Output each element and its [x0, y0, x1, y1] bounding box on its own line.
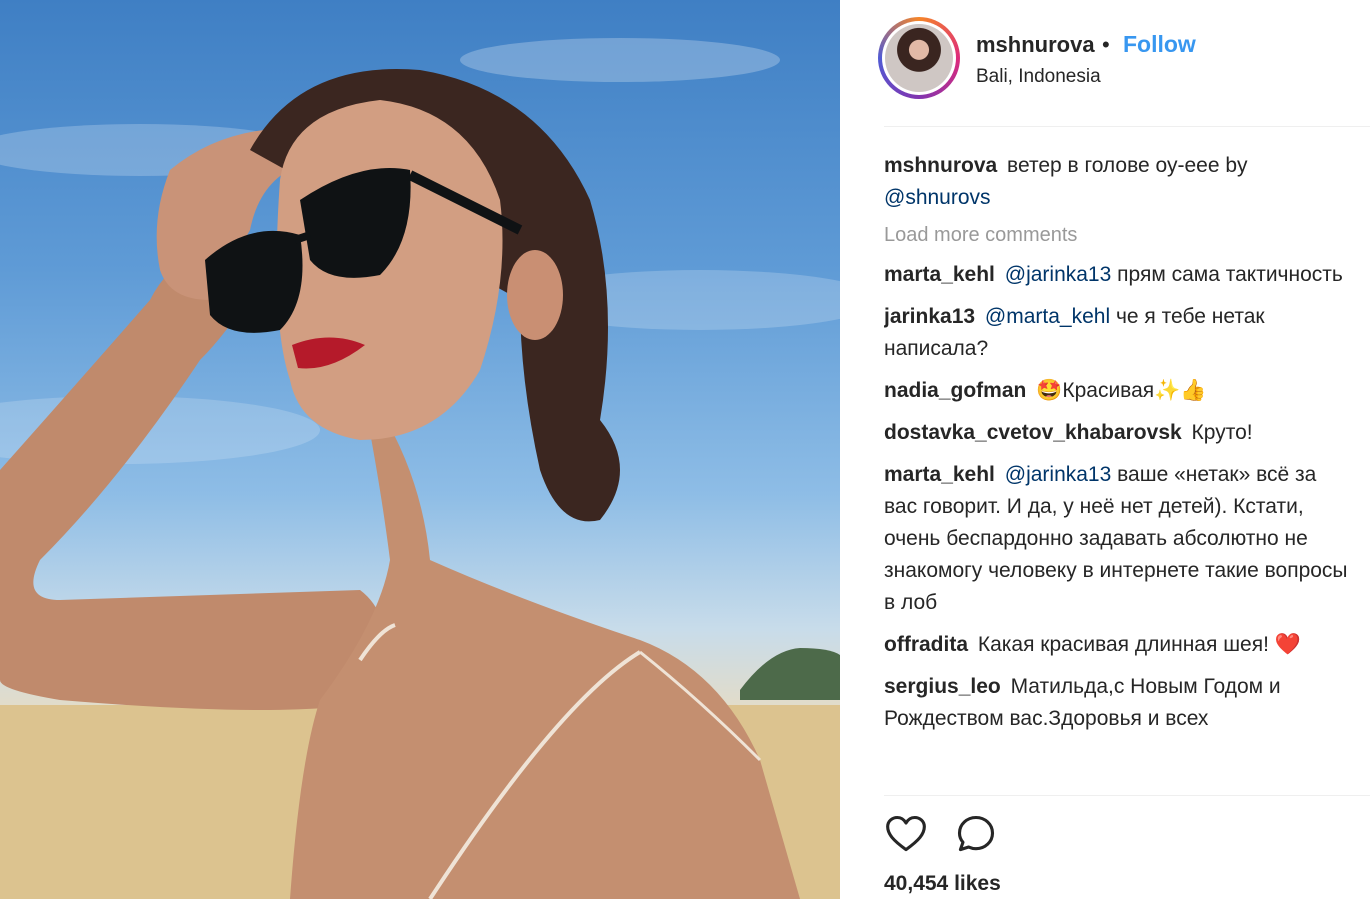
comments-list[interactable]: mshnurova ветер в голове оу-еее by @shnu…	[884, 150, 1354, 795]
post-actions	[884, 812, 1020, 860]
heart-icon[interactable]	[884, 812, 928, 856]
post-photo[interactable]	[0, 0, 840, 899]
comment-text: Круто!	[1191, 421, 1253, 444]
header-divider	[884, 126, 1370, 127]
comment-item: offradita Какая красивая длинная шея! ❤️	[884, 629, 1354, 661]
photo-illustration	[0, 38, 840, 899]
comment-username[interactable]: offradita	[884, 633, 968, 656]
caption: mshnurova ветер в голове оу-еее by @shnu…	[884, 150, 1354, 214]
caption-mention[interactable]: @shnurovs	[884, 186, 991, 209]
follow-button[interactable]: Follow	[1123, 31, 1196, 58]
comment-mention[interactable]: @marta_kehl	[985, 305, 1110, 328]
comment-mention[interactable]: @jarinka13	[1005, 263, 1112, 286]
comment-item: marta_kehl @jarinka13 прям сама тактично…	[884, 259, 1354, 291]
avatar[interactable]	[878, 17, 960, 99]
avatar-frame	[882, 21, 956, 95]
comment-username[interactable]: nadia_gofman	[884, 379, 1026, 402]
actions-divider	[884, 795, 1370, 796]
likes-count[interactable]: 40,454 likes	[884, 872, 1001, 896]
comment-username[interactable]: dostavka_cvetov_khabarovsk	[884, 421, 1182, 444]
caption-username[interactable]: mshnurova	[884, 154, 997, 177]
post-side-panel: mshnurova • Follow Bali, Indonesia mshnu…	[840, 0, 1370, 899]
comment-text: Какая красивая длинная шея! ❤️	[977, 633, 1301, 656]
comment-text: 🤩Красивая✨👍	[1036, 379, 1207, 402]
comment-text: прям сама тактичность	[1111, 263, 1343, 286]
comment-item: sergius_leo Матильда,с Новым Годом и Рож…	[884, 671, 1354, 735]
author-username[interactable]: mshnurova	[976, 32, 1095, 58]
comment-icon[interactable]	[954, 812, 998, 856]
comment-item: nadia_gofman 🤩Красивая✨👍	[884, 375, 1354, 407]
comment-item: marta_kehl @jarinka13 ваше «нетак» всё з…	[884, 459, 1354, 619]
header-separator: •	[1102, 32, 1110, 57]
caption-text: ветер в голове оу-еее by	[1007, 154, 1248, 177]
comment-username[interactable]: marta_kehl	[884, 263, 995, 286]
comment-username[interactable]: jarinka13	[884, 305, 975, 328]
comment-mention[interactable]: @jarinka13	[1005, 463, 1112, 486]
comment-item: dostavka_cvetov_khabarovsk Круто!	[884, 417, 1354, 449]
comment-item: jarinka13 @marta_kehl че я тебе нетак на…	[884, 301, 1354, 365]
post-header: mshnurova • Follow Bali, Indonesia	[840, 0, 1370, 127]
comment-username[interactable]: marta_kehl	[884, 463, 995, 486]
comment-username[interactable]: sergius_leo	[884, 675, 1001, 698]
location-link[interactable]: Bali, Indonesia	[976, 66, 1101, 88]
avatar-image	[885, 24, 953, 92]
load-more-comments-button[interactable]: Load more comments	[884, 224, 1354, 247]
